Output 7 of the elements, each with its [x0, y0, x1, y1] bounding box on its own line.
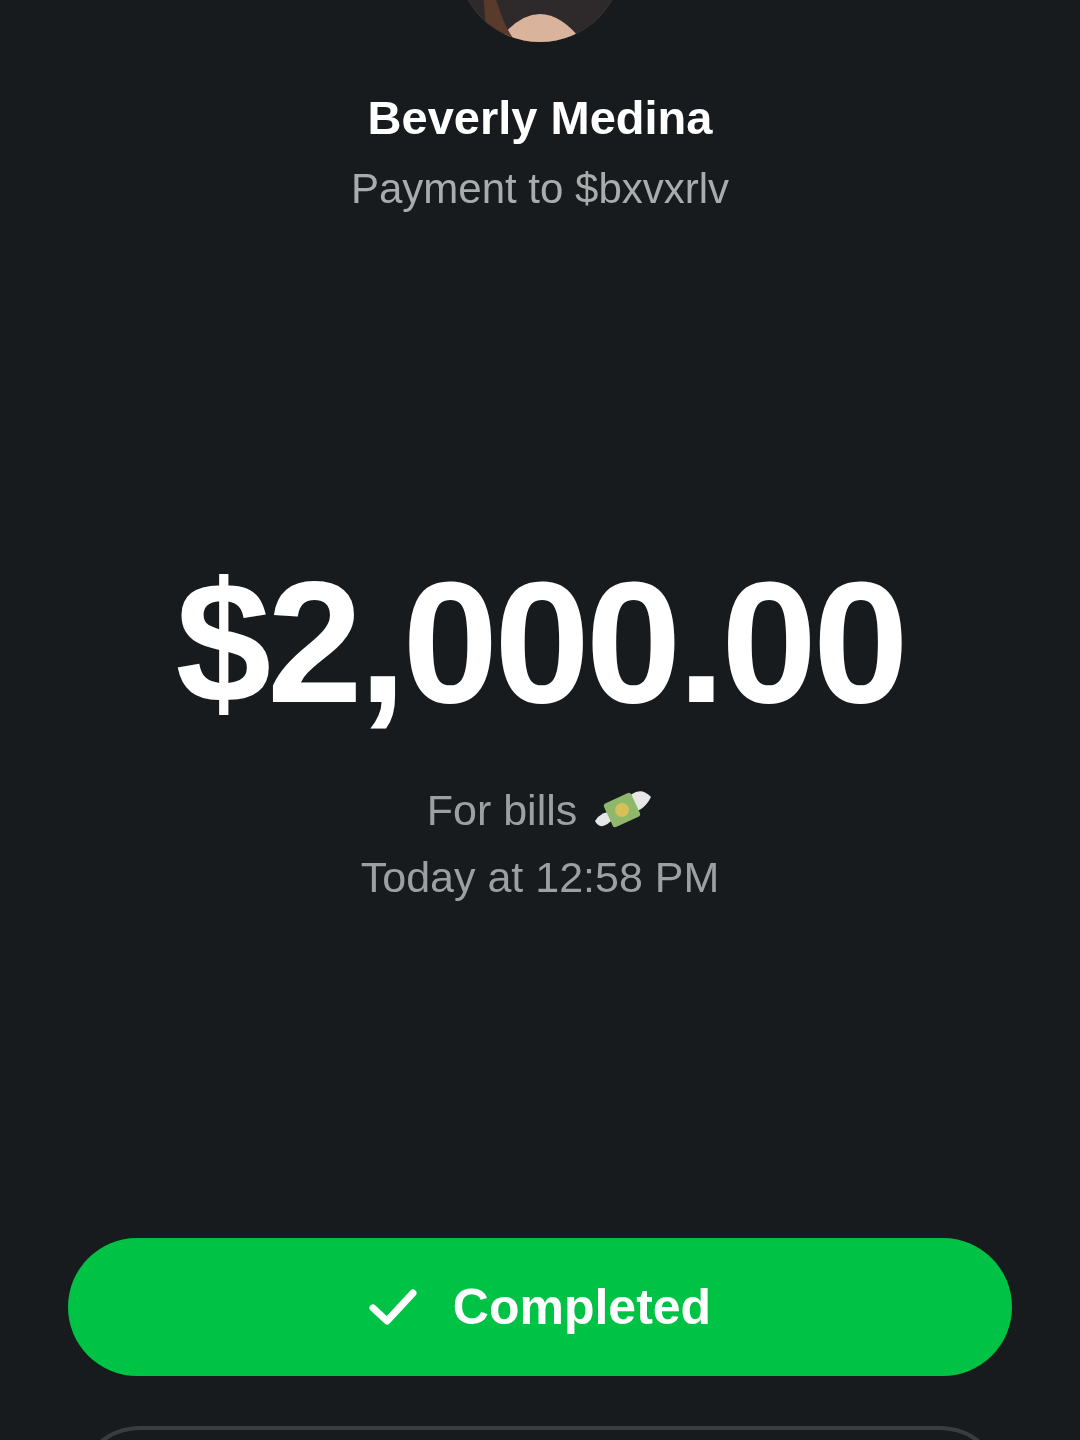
payment-time: Today at 12:58 PM — [360, 853, 720, 902]
check-icon — [368, 1288, 417, 1326]
completed-button[interactable]: Completed — [68, 1238, 1012, 1376]
recipient-name: Beverly Medina — [367, 90, 713, 145]
payment-amount: $2,000.00 — [175, 545, 905, 740]
payment-subtitle: Payment to $bxvxrlv — [350, 165, 730, 213]
payment-note: For bills — [426, 785, 578, 835]
